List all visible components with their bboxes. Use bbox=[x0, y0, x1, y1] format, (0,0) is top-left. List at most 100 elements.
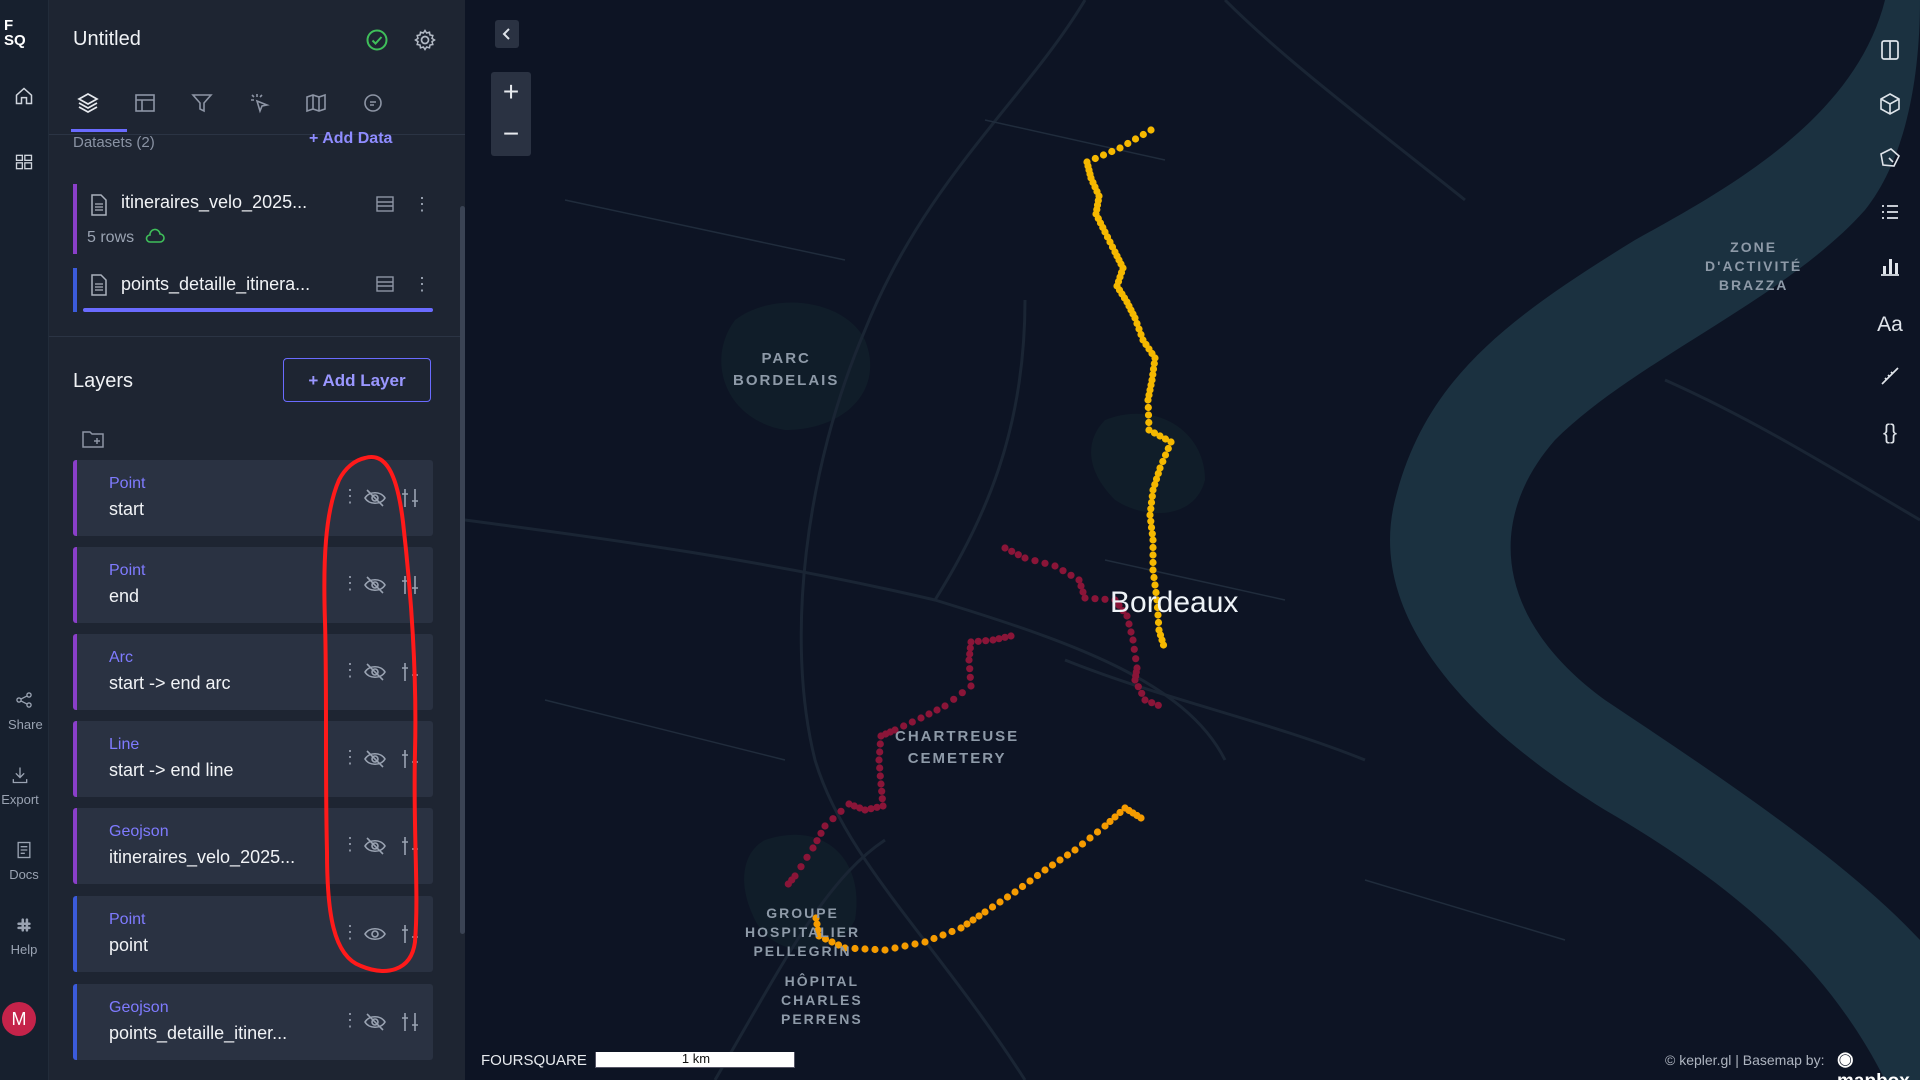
route-point bbox=[1008, 547, 1016, 555]
route-point bbox=[975, 912, 983, 920]
route-point bbox=[876, 740, 884, 748]
foursquare-logo[interactable]: F SQ bbox=[4, 18, 26, 48]
tab-interactions[interactable] bbox=[242, 86, 276, 120]
scale-label: 1 km bbox=[681, 1051, 711, 1066]
route-point bbox=[1031, 557, 1039, 565]
zoom-in-button[interactable]: + bbox=[491, 72, 531, 114]
add-data-label: Add Data bbox=[322, 130, 393, 147]
route-point bbox=[845, 800, 853, 808]
legend-icon[interactable] bbox=[1875, 200, 1905, 230]
map-canvas[interactable]: + − PARC BORDELAIS CHARTREUSE CEMETERY G… bbox=[322, 0, 1920, 1080]
route-point bbox=[1001, 544, 1009, 552]
tab-search[interactable] bbox=[356, 86, 390, 120]
more-vertical-icon[interactable]: ⋮ bbox=[413, 274, 431, 294]
route-point bbox=[1059, 567, 1067, 575]
route-point bbox=[1164, 444, 1172, 453]
route-point bbox=[1149, 543, 1157, 552]
route-point bbox=[1159, 641, 1168, 649]
split-map-icon[interactable] bbox=[1875, 38, 1905, 68]
docs-icon bbox=[17, 841, 31, 859]
route-point bbox=[1159, 457, 1167, 466]
route-point bbox=[803, 853, 811, 861]
route-point bbox=[1167, 438, 1175, 446]
route-point bbox=[877, 732, 885, 740]
route-point bbox=[881, 946, 889, 954]
docs-button[interactable]: Docs bbox=[8, 840, 40, 882]
route-point bbox=[1161, 451, 1170, 459]
add-folder-icon[interactable] bbox=[81, 428, 105, 450]
route-point bbox=[1091, 154, 1099, 163]
route-point bbox=[1145, 418, 1153, 427]
route-point bbox=[1056, 856, 1064, 864]
tab-basemap[interactable] bbox=[299, 86, 333, 120]
add-layer-button[interactable]: + Add Layer bbox=[283, 358, 431, 402]
collapse-panel-button[interactable] bbox=[495, 20, 519, 48]
foursquare-brand: FOURSQUARE bbox=[481, 1052, 587, 1069]
route-point bbox=[878, 787, 886, 795]
table-view-icon[interactable] bbox=[375, 274, 395, 294]
route-point bbox=[1003, 893, 1012, 901]
tab-table[interactable] bbox=[128, 86, 162, 120]
route-point bbox=[861, 945, 869, 953]
plus-icon: + bbox=[308, 371, 323, 390]
zoom-out-button[interactable]: − bbox=[491, 114, 531, 156]
tab-layers[interactable] bbox=[71, 86, 105, 120]
more-vertical-icon[interactable]: ⋮ bbox=[341, 1010, 359, 1031]
add-layer-label: Add Layer bbox=[322, 371, 406, 390]
code-braces-icon[interactable]: {} bbox=[1875, 418, 1905, 448]
table-view-icon[interactable] bbox=[375, 194, 395, 214]
route-point bbox=[1154, 701, 1162, 709]
route-point bbox=[1099, 151, 1108, 159]
route-point bbox=[1125, 620, 1133, 628]
gear-icon[interactable] bbox=[413, 28, 437, 52]
route-point bbox=[1081, 594, 1089, 602]
route-point bbox=[829, 815, 837, 823]
layer-item[interactable]: Geojson points_detaille_itiner... ⋮ bbox=[73, 984, 433, 1060]
measure-icon[interactable] bbox=[1875, 364, 1905, 394]
text-icon[interactable]: Aa bbox=[1875, 310, 1905, 340]
route-point bbox=[837, 807, 845, 815]
dashboard-icon[interactable] bbox=[8, 152, 40, 177]
draw-polygon-icon[interactable] bbox=[1875, 146, 1905, 176]
tab-filters[interactable] bbox=[185, 86, 219, 120]
route-point bbox=[876, 748, 884, 756]
map-label-hopital-charles-perrens: HÔPITAL CHARLES PERRENS bbox=[781, 973, 863, 1027]
home-icon[interactable] bbox=[8, 86, 40, 111]
route-point bbox=[1018, 882, 1027, 891]
mapbox-logo[interactable]: ◉ mapbox bbox=[1837, 1048, 1920, 1080]
3d-cube-icon[interactable] bbox=[1875, 92, 1905, 122]
route-point bbox=[1041, 559, 1049, 567]
route-point bbox=[1144, 411, 1153, 419]
more-vertical-icon[interactable]: ⋮ bbox=[413, 194, 431, 214]
layer-settings-icon[interactable] bbox=[399, 1010, 421, 1034]
attribution-text[interactable]: © kepler.gl | Basemap by: bbox=[1665, 1052, 1824, 1068]
mapbox-icon: ◉ bbox=[1837, 1049, 1854, 1070]
dataset-item[interactable]: itineraires_velo_2025... 5 rows ⋮ bbox=[73, 184, 433, 256]
map-title[interactable]: Untitled bbox=[73, 28, 141, 51]
route-point bbox=[1093, 828, 1102, 836]
route-point bbox=[1124, 139, 1132, 148]
eye-off-icon[interactable] bbox=[363, 1010, 387, 1034]
share-button[interactable]: Share bbox=[8, 690, 43, 732]
user-avatar[interactable]: M bbox=[2, 1002, 36, 1036]
route-point bbox=[925, 710, 933, 718]
route-point bbox=[1086, 834, 1094, 842]
route-point bbox=[1149, 486, 1157, 494]
basemap-icon bbox=[306, 93, 326, 113]
export-button[interactable]: Export bbox=[0, 765, 40, 807]
route-point bbox=[784, 880, 792, 888]
route-point bbox=[1148, 492, 1156, 500]
help-button[interactable]: Help bbox=[8, 915, 40, 957]
help-label: Help bbox=[10, 942, 38, 957]
route-point bbox=[1148, 699, 1156, 707]
route-point bbox=[1026, 877, 1034, 885]
add-data-button[interactable]: + Add Data bbox=[309, 130, 392, 148]
layer-name: start bbox=[109, 499, 145, 519]
dataset-name: itineraires_velo_2025... bbox=[121, 192, 308, 212]
chart-icon[interactable] bbox=[1875, 254, 1905, 284]
route-point bbox=[1101, 822, 1109, 830]
route-point bbox=[1149, 558, 1157, 567]
route-point bbox=[965, 656, 973, 664]
route-point bbox=[957, 924, 965, 932]
route-point bbox=[911, 940, 919, 948]
